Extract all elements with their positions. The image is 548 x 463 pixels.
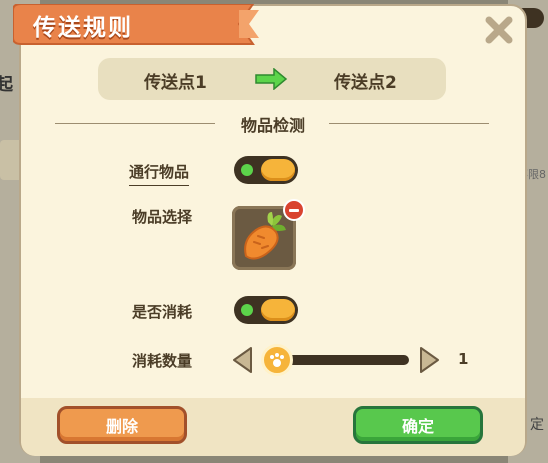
count-slider-track[interactable]	[275, 355, 409, 365]
slider-increase-button[interactable]	[419, 346, 441, 374]
count-slider-thumb[interactable]	[261, 344, 293, 376]
close-button[interactable]	[481, 12, 517, 48]
toggle-knob	[261, 159, 295, 181]
route-bar: 传送点1 传送点2	[98, 58, 446, 100]
section-title: 物品检测	[240, 116, 305, 135]
dialog-title: 传送规则	[33, 15, 133, 41]
consume-count-label: 消耗数量	[132, 352, 193, 370]
remove-item-button[interactable]	[283, 199, 305, 221]
title-ribbon: 传送规则	[13, 4, 271, 46]
close-x-icon	[485, 16, 513, 44]
divider-right	[329, 123, 489, 124]
pass-item-label: 通行物品	[129, 161, 190, 186]
delete-button[interactable]: 删除	[57, 406, 187, 444]
background-partial-text-left: 起	[0, 75, 13, 95]
consume-toggle[interactable]	[234, 296, 298, 324]
confirm-button[interactable]: 确定	[353, 406, 483, 444]
background-partial-text-bottom: 定	[530, 417, 544, 433]
route-to: 传送点2	[334, 73, 397, 93]
toggle-knob	[261, 299, 295, 321]
pass-item-toggle[interactable]	[234, 156, 298, 184]
consume-label: 是否消耗	[132, 303, 193, 321]
toggle-on-indicator	[241, 164, 253, 176]
slider-decrease-button[interactable]	[231, 346, 253, 374]
paw-icon	[270, 353, 284, 367]
toggle-on-indicator	[241, 304, 253, 316]
count-value: 1	[458, 350, 469, 368]
green-arrow-right-icon	[255, 68, 288, 90]
item-select-label: 物品选择	[132, 208, 193, 226]
route-from: 传送点1	[144, 73, 207, 93]
teleport-rule-dialog: 传送规则 传送点1 传送点2 物品检测 通行物品 物品选择 是否消耗 消耗数量 …	[13, 4, 527, 456]
